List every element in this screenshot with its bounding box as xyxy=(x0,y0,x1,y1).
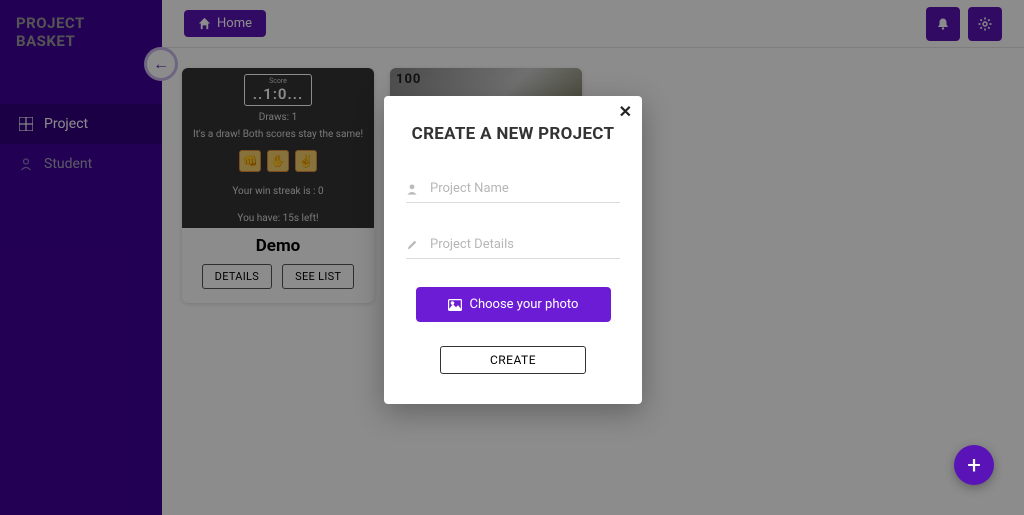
add-project-fab[interactable]: + xyxy=(954,445,994,485)
create-button[interactable]: CREATE xyxy=(440,346,586,374)
choose-photo-label: Choose your photo xyxy=(470,297,579,312)
project-name-field xyxy=(406,175,620,203)
modal-title: CREATE A NEW PROJECT xyxy=(406,124,620,145)
plus-icon: + xyxy=(967,451,981,479)
close-icon: ✕ xyxy=(619,102,632,121)
create-project-modal: ✕ CREATE A NEW PROJECT Choose your photo… xyxy=(384,96,642,404)
user-icon xyxy=(406,183,420,195)
project-name-input[interactable] xyxy=(430,181,620,196)
image-icon xyxy=(448,299,462,311)
pencil-icon xyxy=(406,239,420,251)
close-button[interactable]: ✕ xyxy=(619,102,632,121)
project-details-field xyxy=(406,231,620,259)
choose-photo-button[interactable]: Choose your photo xyxy=(416,287,611,322)
project-details-input[interactable] xyxy=(430,237,620,252)
